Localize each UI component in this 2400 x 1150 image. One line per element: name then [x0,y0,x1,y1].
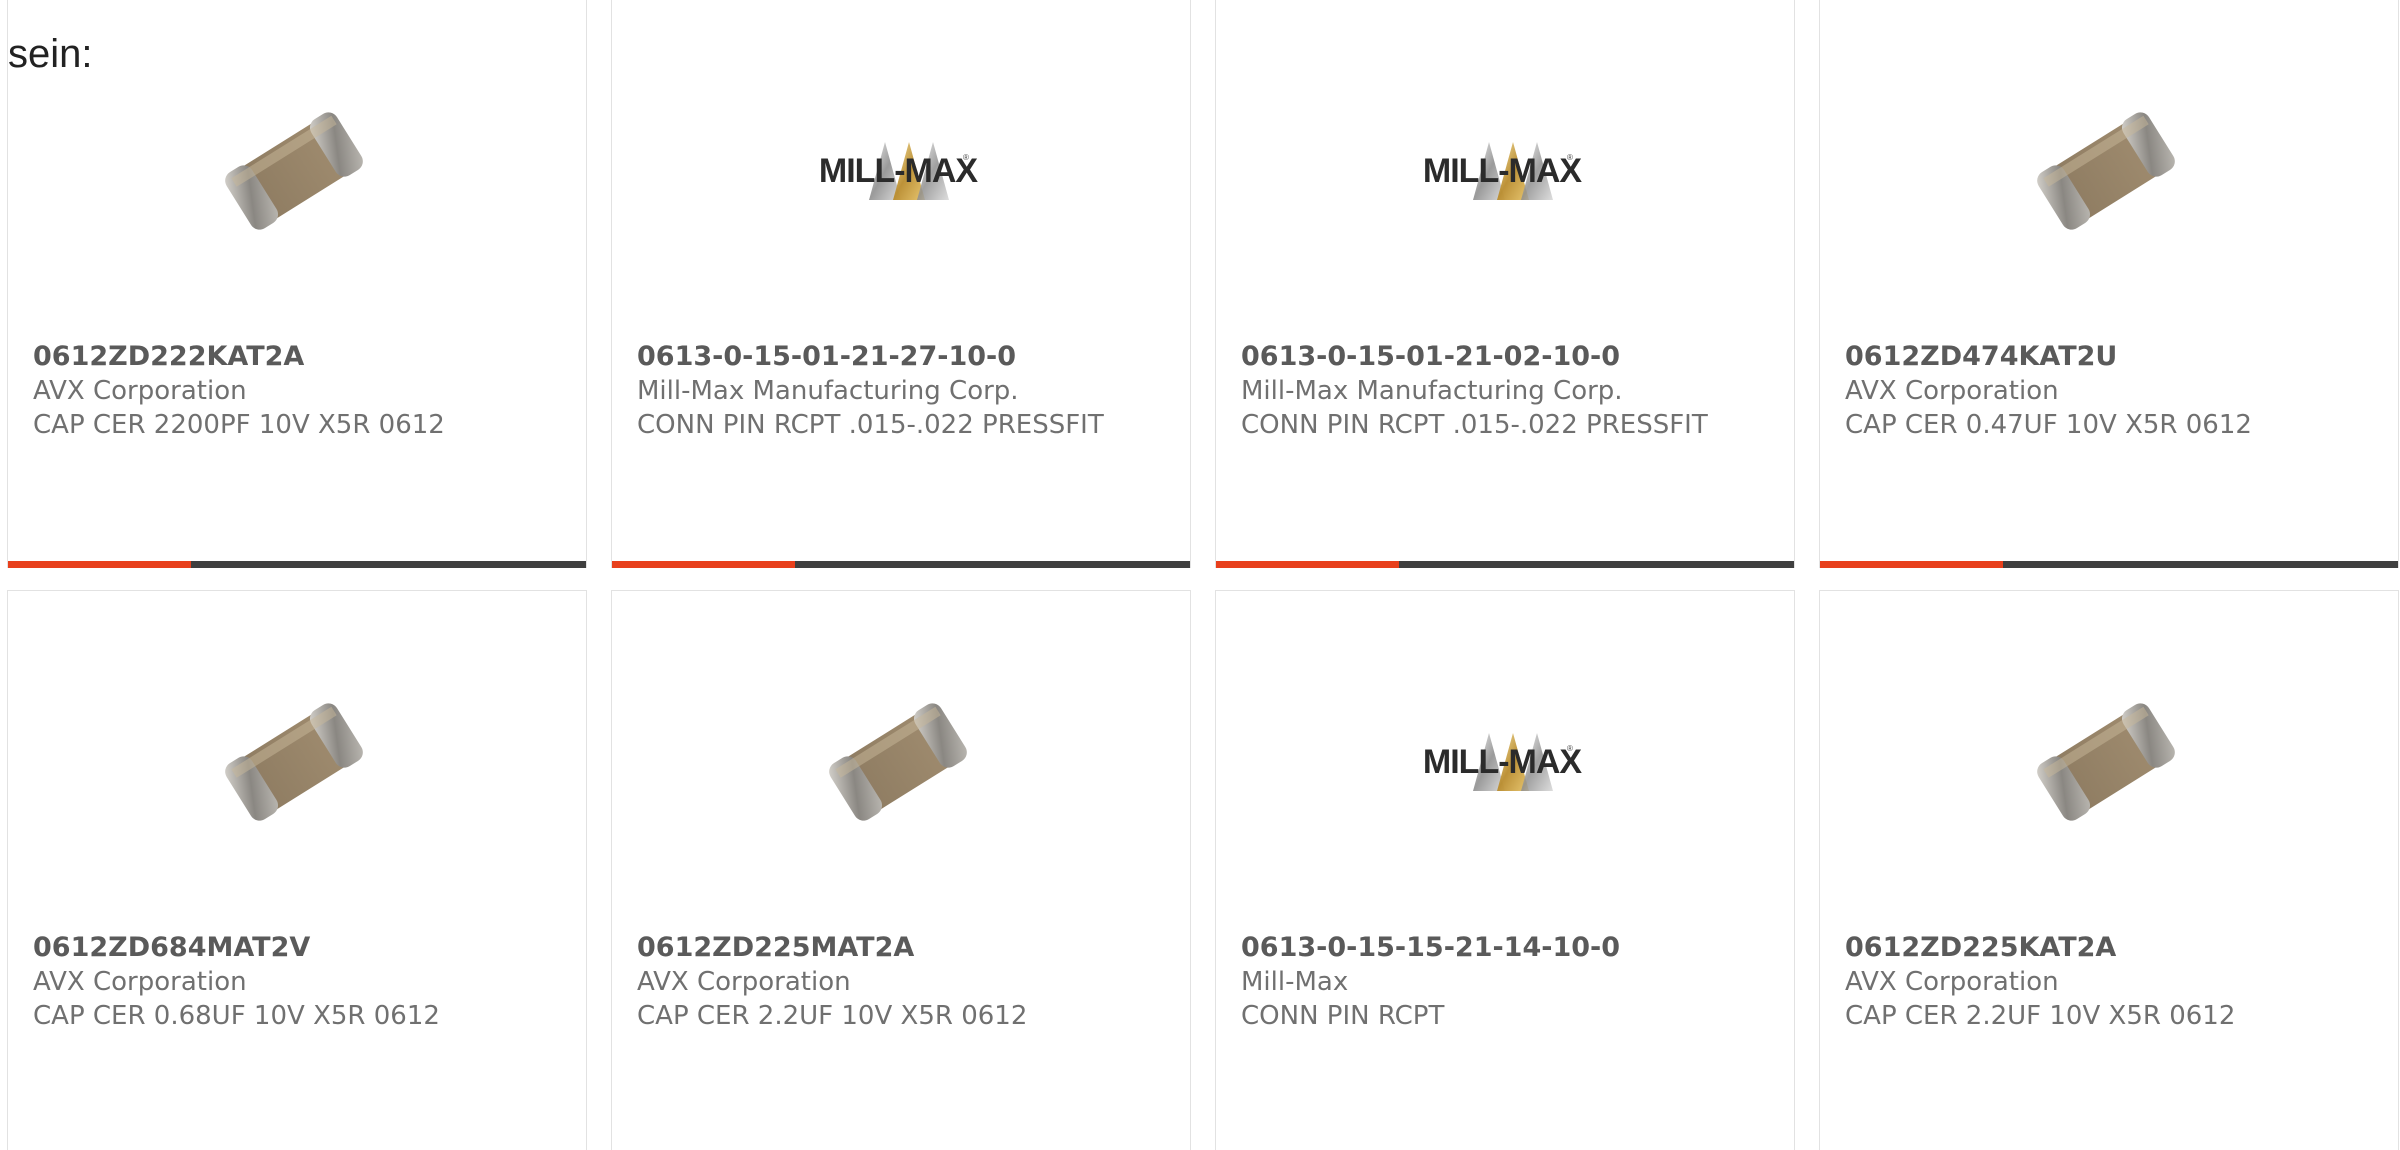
product-info: 0613-0-15-01-21-27-10-0 Mill-Max Manufac… [637,340,1167,442]
capacitor-chip-icon [225,703,363,821]
part-number[interactable]: 0612ZD225MAT2A [637,931,1167,965]
manufacturer: Mill-Max Manufacturing Corp. [1241,376,1623,406]
manufacturer: Mill-Max Manufacturing Corp. [637,376,1019,406]
part-number[interactable]: 0613-0-15-15-21-14-10-0 [1241,931,1771,965]
product-info: 0612ZD225MAT2A AVX Corporation CAP CER 2… [637,931,1167,1033]
capacitor-chip-icon [2037,112,2175,230]
capacitor-chip-icon [225,112,363,230]
description: CAP CER 0.47UF 10V X5R 0612 [1845,410,2252,440]
capacitor-chip-icon [2037,703,2175,821]
part-number[interactable]: 0612ZD225KAT2A [1845,931,2375,965]
card-accent-bar-highlight [1216,561,1399,568]
svg-text:®: ® [1567,744,1573,753]
manufacturer: Mill-Max [1241,967,1349,997]
product-card[interactable]: MILL-MAX ® 0613-0-15-01-21-27-10-0 Mill-… [611,0,1191,568]
description: CAP CER 2200PF 10V X5R 0612 [33,410,445,440]
product-info: 0612ZD474KAT2U AVX Corporation CAP CER 0… [1845,340,2375,442]
card-accent-bar [8,561,586,568]
card-accent-bar-highlight [612,561,795,568]
description: CAP CER 0.68UF 10V X5R 0612 [33,1001,440,1031]
card-accent-bar-highlight [1820,561,2003,568]
product-card[interactable]: 0612ZD684MAT2V AVX Corporation CAP CER 0… [7,590,587,1150]
manufacturer: AVX Corporation [637,967,851,997]
mill-max-logo-image[interactable]: MILL-MAX ® [1401,70,1603,272]
svg-text:®: ® [963,153,969,162]
description: CAP CER 2.2UF 10V X5R 0612 [637,1001,1028,1031]
logo-text: MILL-MAX [1423,152,1583,190]
product-info: 0613-0-15-15-21-14-10-0 Mill-Max CONN PI… [1241,931,1771,1033]
description: CONN PIN RCPT [1241,1001,1445,1031]
manufacturer: AVX Corporation [33,376,247,406]
capacitor-chip-image[interactable] [193,70,395,272]
part-number[interactable]: 0612ZD222KAT2A [33,340,563,374]
mill-max-logo-image[interactable]: MILL-MAX ® [1401,661,1603,863]
product-card[interactable]: MILL-MAX ® 0613-0-15-15-21-14-10-0 Mill-… [1215,590,1795,1150]
logo-text: MILL-MAX [1423,743,1583,781]
product-card[interactable]: 0612ZD225KAT2A AVX Corporation CAP CER 2… [1819,590,2399,1150]
mill-max-logo-image[interactable]: MILL-MAX ® [797,70,999,272]
card-accent-bar [612,561,1190,568]
capacitor-chip-icon [829,703,967,821]
product-info: 0612ZD222KAT2A AVX Corporation CAP CER 2… [33,340,563,442]
mill-max-logo-icon: MILL-MAX ® [819,142,979,200]
product-grid: 0612ZD222KAT2A AVX Corporation CAP CER 2… [7,0,2400,1150]
description: CONN PIN RCPT .015-.022 PRESSFIT [637,410,1104,440]
card-accent-bar-highlight [8,561,191,568]
description: CONN PIN RCPT .015-.022 PRESSFIT [1241,410,1708,440]
product-info: 0612ZD225KAT2A AVX Corporation CAP CER 2… [1845,931,2375,1033]
product-card[interactable]: 0612ZD474KAT2U AVX Corporation CAP CER 0… [1819,0,2399,568]
card-accent-bar [1820,561,2398,568]
capacitor-chip-image[interactable] [2005,661,2207,863]
svg-text:®: ® [1567,153,1573,162]
part-number[interactable]: 0612ZD684MAT2V [33,931,563,965]
manufacturer: AVX Corporation [1845,376,2059,406]
description: CAP CER 2.2UF 10V X5R 0612 [1845,1001,2236,1031]
product-info: 0612ZD684MAT2V AVX Corporation CAP CER 0… [33,931,563,1033]
capacitor-chip-image[interactable] [2005,70,2207,272]
logo-text: MILL-MAX [819,152,979,190]
card-accent-bar [1216,561,1794,568]
product-card[interactable]: MILL-MAX ® 0613-0-15-01-21-02-10-0 Mill-… [1215,0,1795,568]
intro-text: sein: [8,32,93,76]
part-number[interactable]: 0613-0-15-01-21-02-10-0 [1241,340,1771,374]
mill-max-logo-icon: MILL-MAX ® [1423,142,1583,200]
product-card[interactable]: 0612ZD225MAT2A AVX Corporation CAP CER 2… [611,590,1191,1150]
manufacturer: AVX Corporation [1845,967,2059,997]
mill-max-logo-icon: MILL-MAX ® [1423,733,1583,791]
part-number[interactable]: 0613-0-15-01-21-27-10-0 [637,340,1167,374]
product-card[interactable]: 0612ZD222KAT2A AVX Corporation CAP CER 2… [7,0,587,568]
capacitor-chip-image[interactable] [193,661,395,863]
capacitor-chip-image[interactable] [797,661,999,863]
manufacturer: AVX Corporation [33,967,247,997]
product-info: 0613-0-15-01-21-02-10-0 Mill-Max Manufac… [1241,340,1771,442]
part-number[interactable]: 0612ZD474KAT2U [1845,340,2375,374]
